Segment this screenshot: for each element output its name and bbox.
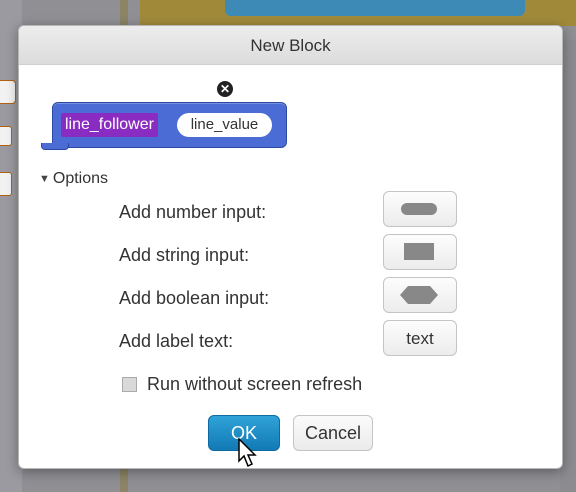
cancel-button[interactable]: Cancel bbox=[293, 415, 373, 451]
add-number-input-label: Add number input: bbox=[119, 202, 267, 222]
editor-background-block-blue bbox=[225, 0, 525, 16]
add-string-input-label: Add string input: bbox=[119, 245, 250, 265]
block-preview[interactable]: line_follower line_value bbox=[52, 102, 287, 148]
new-block-dialog: New Block ✕ line_follower line_value ▼ Op… bbox=[18, 25, 563, 469]
add-label-text-label: Add label text: bbox=[119, 331, 234, 351]
add-string-input-button[interactable] bbox=[383, 234, 457, 270]
close-icon[interactable]: ✕ bbox=[217, 81, 233, 97]
block-input-slot[interactable]: line_value bbox=[177, 113, 272, 137]
background-slot bbox=[0, 126, 12, 146]
mouse-cursor-icon bbox=[238, 438, 257, 468]
hexagon-icon bbox=[400, 286, 438, 304]
block-notch bbox=[41, 143, 69, 150]
add-label-text-button-label: text bbox=[406, 329, 434, 348]
background-slot bbox=[0, 172, 12, 196]
options-label: Options bbox=[52, 170, 109, 187]
block-name-label[interactable]: line_follower bbox=[61, 113, 158, 137]
run-without-refresh-label[interactable]: Run without screen refresh bbox=[147, 374, 362, 395]
run-without-refresh-checkbox[interactable] bbox=[122, 377, 137, 392]
dialog-title: New Block bbox=[19, 26, 562, 65]
rounded-rect-icon bbox=[401, 203, 437, 215]
background-slot bbox=[0, 80, 16, 104]
add-boolean-input-label: Add boolean input: bbox=[119, 288, 270, 308]
add-number-input-button[interactable] bbox=[383, 191, 457, 227]
rectangle-icon bbox=[404, 243, 434, 260]
add-label-text-button[interactable]: text bbox=[383, 320, 457, 356]
triangle-down-icon: ▼ bbox=[39, 173, 50, 185]
options-toggle[interactable]: ▼ Options bbox=[39, 170, 108, 188]
add-boolean-input-button[interactable] bbox=[383, 277, 457, 313]
